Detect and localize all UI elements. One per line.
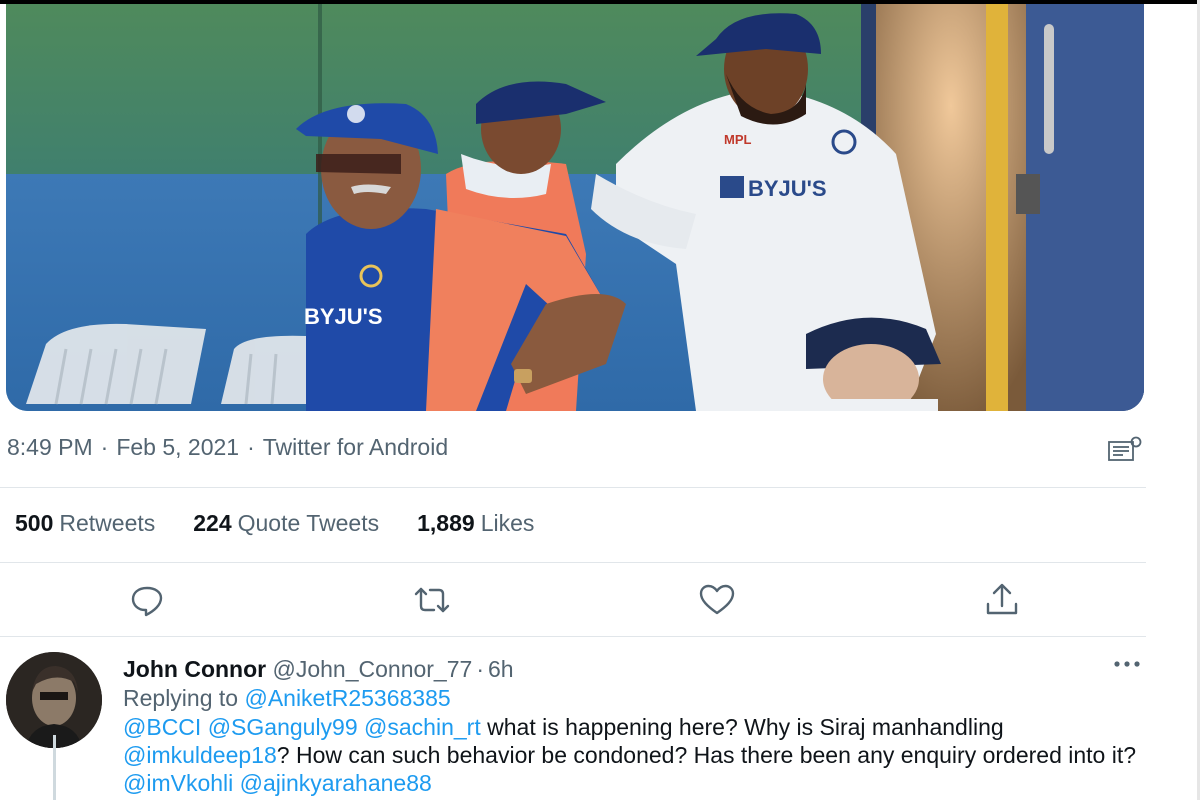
reply-age[interactable]: 6h: [488, 656, 514, 682]
reply-author-handle[interactable]: @John_Connor_77: [272, 656, 472, 682]
quote-tweets-stat[interactable]: 224 Quote Tweets: [193, 510, 379, 537]
analytics-icon[interactable]: [1108, 436, 1144, 466]
meta-separator: ·: [247, 434, 255, 460]
tweet-actions: [0, 580, 1146, 624]
mention-link[interactable]: @imkuldeep18: [123, 742, 277, 768]
divider: [0, 487, 1146, 488]
quote-tweets-count: 224: [193, 510, 232, 536]
reply-text: @BCCI @SGanguly99 @sachin_rt what is hap…: [123, 713, 1143, 797]
likes-stat[interactable]: 1,889 Likes: [417, 510, 534, 537]
like-icon[interactable]: [697, 580, 737, 620]
likes-label: Likes: [480, 510, 535, 536]
tweet-stats: 500 Retweets 224 Quote Tweets 1,889 Likes: [15, 510, 572, 537]
quote-tweets-label: Quote Tweets: [237, 510, 380, 536]
tweet-time[interactable]: 8:49 PM: [7, 434, 93, 460]
divider: [0, 562, 1146, 563]
tweet-media[interactable]: BYJU'S MPL BYJU'S: [6, 4, 1144, 411]
mention-link[interactable]: @imVkohli: [123, 770, 233, 796]
reply-header: John Connor @John_Connor_77 · 6h: [123, 655, 1143, 683]
jersey-sponsor-left: BYJU'S: [304, 304, 383, 329]
thread-line: [53, 735, 56, 800]
replying-to: Replying to @AniketR25368385: [123, 684, 1143, 712]
tweet-date[interactable]: Feb 5, 2021: [116, 434, 239, 460]
retweets-count: 500: [15, 510, 54, 536]
replying-prefix: Replying to: [123, 685, 239, 711]
media-photo: BYJU'S MPL BYJU'S: [6, 4, 1144, 411]
meta-separator: ·: [100, 434, 109, 460]
mention-link[interactable]: @sachin_rt: [364, 714, 481, 740]
replying-to-handle[interactable]: @AniketR25368385: [244, 685, 450, 711]
likes-count: 1,889: [417, 510, 475, 536]
share-icon[interactable]: [982, 580, 1022, 620]
reply-author-name[interactable]: John Connor: [123, 656, 266, 682]
tweet-timestamp-line: 8:49 PM · Feb 5, 2021 · Twitter for Android: [7, 434, 448, 461]
jersey-sponsor-right: BYJU'S: [748, 176, 827, 201]
mention-link[interactable]: @SGanguly99: [208, 714, 358, 740]
jersey-chest-logo: MPL: [724, 132, 752, 147]
retweet-icon[interactable]: [412, 580, 452, 620]
tweet-source[interactable]: Twitter for Android: [263, 434, 448, 460]
mention-link[interactable]: @ajinkyarahane88: [240, 770, 432, 796]
reply-tweet[interactable]: John Connor @John_Connor_77 · 6h Replying …: [123, 655, 1143, 797]
retweets-stat[interactable]: 500 Retweets: [15, 510, 155, 537]
retweets-label: Retweets: [59, 510, 156, 536]
reply-text-part: ? How can such behavior be condoned? Has…: [276, 742, 1137, 768]
more-options-icon[interactable]: [1110, 654, 1144, 674]
avatar[interactable]: [6, 652, 102, 748]
reply-separator: ·: [476, 656, 484, 682]
mention-link[interactable]: @BCCI: [123, 714, 201, 740]
reply-icon[interactable]: [127, 580, 167, 620]
reply-text-part: what is happening here? Why is Siraj man…: [487, 714, 1004, 740]
divider: [0, 636, 1146, 637]
